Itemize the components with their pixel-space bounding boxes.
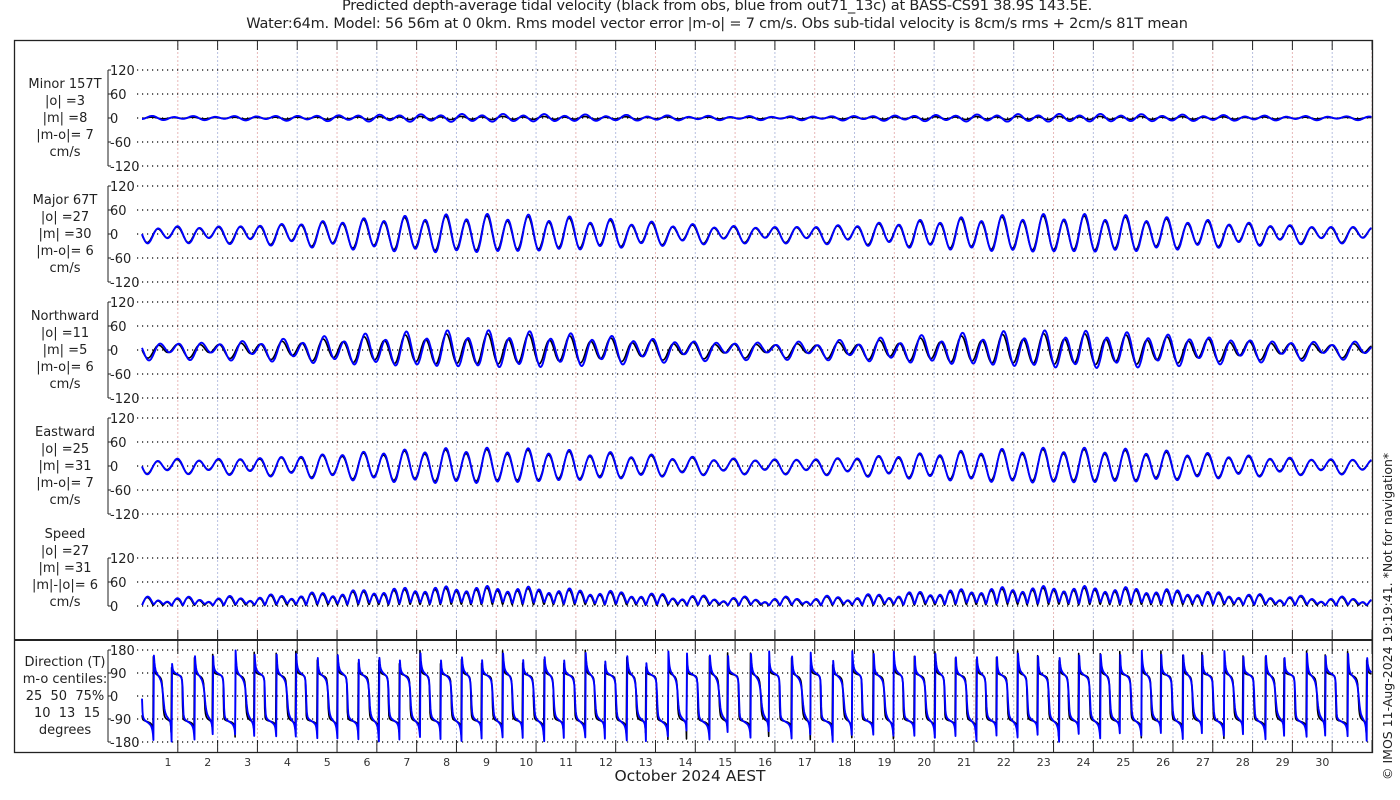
x-tick-label: 3 bbox=[244, 756, 251, 769]
y-tick-label: -120 bbox=[110, 276, 140, 291]
panel-label-line: |o| =27 bbox=[40, 543, 90, 559]
x-tick-label: 21 bbox=[957, 756, 971, 769]
obs-series-major bbox=[141, 215, 1372, 252]
panel-label-line: |o| =25 bbox=[40, 441, 90, 457]
panel-label-line: 25 50 75% bbox=[25, 688, 105, 704]
panel-label-major: Major 67T |o| =27 |m| =30 |m-o|= 6 cm/s bbox=[5, 192, 125, 277]
panel-label-line: Minor 157T bbox=[28, 76, 102, 92]
panel-label-line: cm/s bbox=[49, 260, 81, 276]
panel-label-line: cm/s bbox=[49, 594, 81, 610]
x-tick-label: 24 bbox=[1077, 756, 1091, 769]
x-tick-label: 26 bbox=[1156, 756, 1170, 769]
panel-label-line: 10 13 15 bbox=[29, 705, 101, 721]
panel-label-line: cm/s bbox=[49, 376, 81, 392]
x-tick-label: 8 bbox=[443, 756, 450, 769]
model-series-major bbox=[141, 212, 1372, 254]
x-tick-label: 2 bbox=[204, 756, 211, 769]
panel-label-line: cm/s bbox=[49, 144, 81, 160]
panel-label-line: |m| =31 bbox=[38, 560, 92, 576]
plot-frame bbox=[13, 39, 1374, 754]
obs-series-direction bbox=[141, 649, 1372, 741]
credit-text: © IMOS 11-Aug-2024 19:19:41. *Not for na… bbox=[1380, 452, 1395, 780]
x-tick-label: 1 bbox=[165, 756, 172, 769]
x-tick-label: 10 bbox=[519, 756, 533, 769]
panel-label-line: |m-o|= 7 bbox=[36, 475, 94, 491]
panel-label-northward: Northward |o| =11 |m| =5 |m-o|= 6 cm/s bbox=[5, 308, 125, 393]
x-tick-label: 29 bbox=[1276, 756, 1290, 769]
model-series-eastward bbox=[141, 446, 1372, 484]
x-tick-label: 19 bbox=[878, 756, 892, 769]
panel-label-line: |m-o|= 6 bbox=[36, 359, 94, 375]
x-tick-label: 6 bbox=[364, 756, 371, 769]
panel-label-line: m-o centiles: bbox=[22, 671, 108, 687]
panel-label-line: degrees bbox=[38, 722, 92, 738]
x-tick-label: 23 bbox=[1037, 756, 1051, 769]
y-tick-label: -120 bbox=[110, 160, 140, 175]
panel-label-eastward: Eastward |o| =25 |m| =31 |m-o|= 7 cm/s bbox=[5, 424, 125, 509]
x-tick-label: 20 bbox=[917, 756, 931, 769]
y-tick-label: -120 bbox=[110, 392, 140, 407]
x-tick-label: 4 bbox=[284, 756, 291, 769]
panel-label-speed: Speed |o| =27 |m| =31 |m|-|o|= 6 cm/s bbox=[5, 526, 125, 611]
panel-label-line: Major 67T bbox=[32, 192, 98, 208]
panel-label-line: Eastward bbox=[34, 424, 96, 440]
panel-label-line: |m-o|= 6 bbox=[36, 243, 94, 259]
panel-label-line: |m| =8 bbox=[42, 110, 88, 126]
x-tick-label: 5 bbox=[324, 756, 331, 769]
x-axis-label: October 2024 AEST bbox=[614, 767, 766, 785]
panel-label-line: |o| =11 bbox=[40, 325, 90, 341]
panel-label-line: |m|-|o|= 6 bbox=[31, 577, 99, 593]
x-tick-label: 22 bbox=[997, 756, 1011, 769]
x-tick-label: 27 bbox=[1196, 756, 1210, 769]
panel-label-line: |m| =5 bbox=[42, 342, 88, 358]
panel-label-line: |m-o|= 7 bbox=[36, 127, 94, 143]
panel-label-line: |m| =31 bbox=[38, 458, 92, 474]
x-tick-label: 9 bbox=[483, 756, 490, 769]
x-tick-label: 28 bbox=[1236, 756, 1250, 769]
panel-label-direction: Direction (T) m-o centiles: 25 50 75% 10 1… bbox=[5, 654, 125, 739]
tidal-velocity-chart: 1 2 3 4 5 6 7 8 9 10 11 12 13 14 15 16 17 18 19 20 21 22 23 24 2… bbox=[13, 39, 1374, 769]
panel-label-line: |o| =3 bbox=[44, 93, 85, 109]
x-tick-label: 30 bbox=[1315, 756, 1329, 769]
model-series-northward bbox=[141, 329, 1373, 369]
panel-label-minor: Minor 157T |o| =3 |m| =8 |m-o|= 7 cm/s bbox=[5, 76, 125, 161]
y-tick-label: -120 bbox=[110, 508, 140, 523]
x-tick-label: 25 bbox=[1116, 756, 1130, 769]
x-tick-label: 7 bbox=[403, 756, 410, 769]
panel-label-line: cm/s bbox=[49, 492, 81, 508]
obs-series-eastward bbox=[141, 448, 1372, 482]
panel-label-line: |o| =27 bbox=[40, 209, 90, 225]
panel-label-line: Direction (T) bbox=[24, 654, 106, 670]
panel-label-line: |m| =30 bbox=[38, 226, 92, 242]
panel-label-line: Speed bbox=[44, 526, 86, 542]
panel-label-line: Northward bbox=[30, 308, 100, 324]
